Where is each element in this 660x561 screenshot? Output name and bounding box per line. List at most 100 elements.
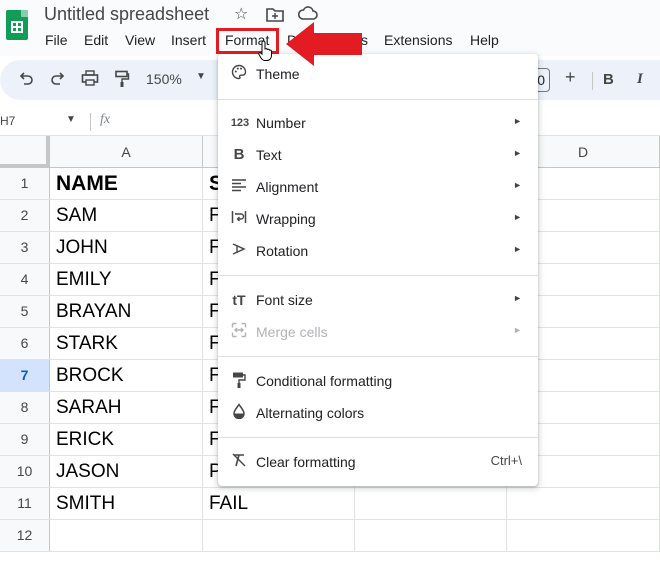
menu-item-alignment[interactable]: Alignment ► bbox=[218, 171, 538, 203]
menu-item-theme[interactable]: Theme bbox=[218, 58, 538, 90]
bold-button[interactable]: B bbox=[603, 71, 614, 88]
cell-a[interactable]: NAME bbox=[50, 168, 203, 199]
row-header[interactable]: 6 bbox=[0, 328, 50, 359]
menu-help[interactable]: Help bbox=[470, 30, 499, 50]
star-icon[interactable]: ☆ bbox=[234, 6, 248, 24]
submenu-arrow-icon: ► bbox=[513, 212, 522, 222]
row-header[interactable]: 11 bbox=[0, 488, 50, 519]
menu-item-font-size[interactable]: tT Font size ► bbox=[218, 284, 538, 316]
menu-item-label: Alternating colors bbox=[256, 405, 365, 421]
cell-a[interactable]: ERICK bbox=[50, 424, 203, 455]
row-header[interactable]: 12 bbox=[0, 520, 50, 551]
table-row: 11 SMITH FAIL bbox=[0, 488, 660, 520]
fx-icon: fx bbox=[100, 112, 111, 127]
name-box[interactable]: H7 bbox=[0, 114, 15, 128]
cell-a[interactable]: STARK bbox=[50, 328, 203, 359]
zoom-select[interactable]: 150% bbox=[146, 71, 182, 87]
cell-a[interactable]: BROCK bbox=[50, 360, 203, 391]
cell-b[interactable]: FAIL bbox=[203, 488, 355, 519]
menu-item-label: Number bbox=[256, 115, 306, 131]
cell-a[interactable]: SARAH bbox=[50, 392, 203, 423]
cell-d[interactable] bbox=[507, 520, 660, 551]
print-icon[interactable] bbox=[80, 70, 100, 92]
cell-d[interactable] bbox=[507, 488, 660, 519]
menu-item-conditional-formatting[interactable]: Conditional formatting bbox=[218, 365, 538, 397]
column-header-a[interactable]: A bbox=[50, 136, 203, 168]
cell-a[interactable]: JOHN bbox=[50, 232, 203, 263]
menu-item-number[interactable]: 123 Number ► bbox=[218, 107, 538, 139]
menu-divider bbox=[218, 99, 538, 100]
menu-extensions[interactable]: Extensions bbox=[384, 30, 452, 50]
submenu-arrow-icon: ► bbox=[513, 325, 522, 335]
row-header[interactable]: 5 bbox=[0, 296, 50, 327]
menu-item-label: Wrapping bbox=[256, 211, 316, 227]
redo-icon[interactable] bbox=[48, 70, 68, 92]
paint-format-icon[interactable] bbox=[112, 70, 132, 94]
cell-a[interactable]: BRAYAN bbox=[50, 296, 203, 327]
menu-item-merge-cells[interactable]: Merge cells ► bbox=[218, 316, 538, 348]
font-size-icon: tT bbox=[232, 292, 246, 308]
italic-button[interactable]: I bbox=[637, 71, 643, 88]
row-header[interactable]: 10 bbox=[0, 456, 50, 487]
menu-item-clear-formatting[interactable]: Clear formatting Ctrl+\ bbox=[218, 446, 538, 478]
palette-icon bbox=[230, 64, 248, 84]
align-left-icon bbox=[230, 177, 248, 197]
menu-item-text[interactable]: B Text ► bbox=[218, 139, 538, 171]
menu-item-label: Conditional formatting bbox=[256, 373, 393, 389]
cell-c[interactable] bbox=[355, 520, 507, 551]
sheets-logo-icon[interactable] bbox=[6, 10, 28, 40]
menu-item-label: Clear formatting bbox=[256, 454, 356, 470]
menu-item-label: Font size bbox=[256, 292, 313, 308]
row-header[interactable]: 9 bbox=[0, 424, 50, 455]
cell-a[interactable] bbox=[50, 520, 203, 551]
cell-a[interactable]: EMILY bbox=[50, 264, 203, 295]
row-header[interactable]: 3 bbox=[0, 232, 50, 263]
submenu-arrow-icon: ► bbox=[513, 180, 522, 190]
row-header[interactable]: 1 bbox=[0, 168, 50, 199]
paint-roller-icon bbox=[230, 371, 248, 391]
menu-file[interactable]: File bbox=[45, 30, 68, 50]
submenu-arrow-icon: ► bbox=[513, 116, 522, 126]
format-dropdown-menu: Theme 123 Number ► B Text ► Alignment ► … bbox=[218, 54, 538, 486]
menu-item-alternating-colors[interactable]: Alternating colors bbox=[218, 397, 538, 429]
menu-item-rotation[interactable]: Rotation ► bbox=[218, 235, 538, 267]
cell-a[interactable]: JASON bbox=[50, 456, 203, 487]
hand-cursor-icon bbox=[258, 40, 272, 61]
red-arrow-annotation bbox=[286, 22, 362, 66]
clear-formatting-icon bbox=[230, 452, 248, 472]
zoom-caret-icon[interactable]: ▼ bbox=[196, 71, 206, 82]
text-rotation-icon bbox=[230, 241, 248, 261]
bold-text-icon: B bbox=[233, 146, 245, 163]
row-header[interactable]: 7 bbox=[0, 360, 50, 391]
table-row: 12 bbox=[0, 520, 660, 552]
row-header[interactable]: 2 bbox=[0, 200, 50, 231]
text-wrap-icon bbox=[230, 209, 248, 229]
cell-b[interactable] bbox=[203, 520, 355, 551]
menu-item-label: Alignment bbox=[256, 179, 319, 195]
row-header[interactable]: 4 bbox=[0, 264, 50, 295]
toolbar-divider bbox=[592, 72, 593, 90]
cell-c[interactable] bbox=[355, 488, 507, 519]
number-format-icon: 123 bbox=[230, 117, 250, 129]
menu-insert[interactable]: Insert bbox=[171, 30, 206, 50]
submenu-arrow-icon: ► bbox=[513, 148, 522, 158]
menu-item-label: Text bbox=[256, 147, 282, 163]
menu-divider bbox=[218, 275, 538, 276]
row-header[interactable]: 8 bbox=[0, 392, 50, 423]
document-title[interactable]: Untitled spreadsheet bbox=[44, 4, 209, 25]
menu-item-label: Merge cells bbox=[256, 324, 328, 340]
menu-divider bbox=[218, 356, 538, 357]
menu-edit[interactable]: Edit bbox=[84, 30, 108, 50]
name-box-caret-icon[interactable]: ▼ bbox=[66, 114, 76, 125]
menu-item-wrapping[interactable]: Wrapping ► bbox=[218, 203, 538, 235]
move-to-folder-icon[interactable] bbox=[266, 6, 284, 27]
menu-view[interactable]: View bbox=[125, 30, 155, 50]
drop-fill-icon bbox=[230, 403, 248, 423]
merge-cells-icon bbox=[230, 322, 248, 342]
select-all-corner[interactable] bbox=[0, 136, 50, 168]
increase-font-size-button[interactable]: + bbox=[565, 67, 576, 88]
menu-item-shortcut: Ctrl+\ bbox=[490, 453, 522, 468]
cell-a[interactable]: SAM bbox=[50, 200, 203, 231]
undo-icon[interactable] bbox=[16, 70, 36, 92]
cell-a[interactable]: SMITH bbox=[50, 488, 203, 519]
